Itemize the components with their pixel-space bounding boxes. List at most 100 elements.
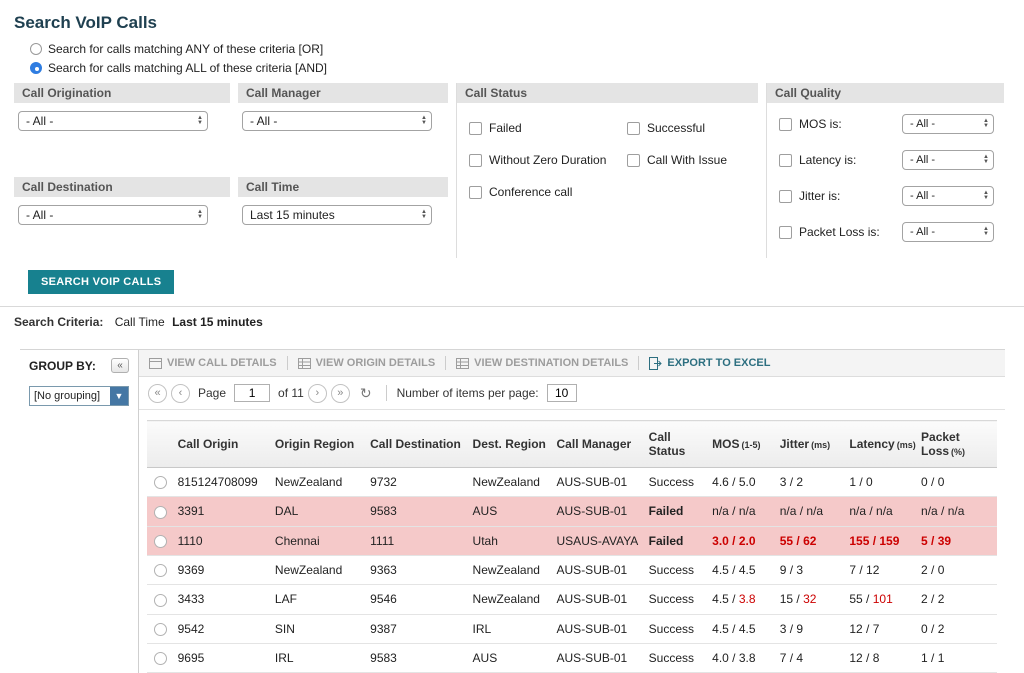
cell-destination: 1111 [366, 526, 468, 555]
cell-destination: 9583 [366, 497, 468, 526]
row-select-radio[interactable] [154, 476, 167, 489]
toolbar-separator [638, 356, 639, 370]
cell-mos: 4.6 / 5.0 [708, 468, 776, 497]
call-quality-header: Call Quality [767, 83, 1004, 103]
refresh-icon[interactable]: ↻ [360, 385, 372, 402]
packet-loss-checkbox[interactable] [779, 226, 792, 239]
search-voip-calls-button[interactable]: SEARCH VOIP CALLS [28, 270, 174, 294]
row-radio-cell [147, 643, 174, 672]
cell-packet-loss: 0 / 2 [917, 614, 997, 643]
cell-destination: 9363 [366, 555, 468, 584]
checkbox-failed[interactable]: Failed [469, 121, 627, 135]
call-destination-value: - All - [26, 208, 53, 222]
page-number-input[interactable] [234, 384, 270, 402]
latency-checkbox[interactable] [779, 154, 792, 167]
last-page-button[interactable]: » [331, 384, 350, 403]
col-call-origin: Call Origin [174, 421, 271, 468]
table-row[interactable]: 9695IRL9583AUSAUS-SUB-01Success4.0 / 3.8… [147, 643, 997, 672]
dropdown-arrows-icon: ▲▼ [983, 119, 989, 129]
dropdown-arrows-icon: ▲▼ [421, 210, 427, 220]
call-manager-panel: Call Manager - All - ▲▼ [238, 83, 456, 131]
latency-select[interactable]: - All - ▲▼ [902, 150, 994, 170]
cell-packet-loss: 0 / 0 [917, 468, 997, 497]
cell-call-manager: USAUS-AVAYA [553, 526, 645, 555]
cell-origin: 815124708099 [174, 468, 271, 497]
search-criteria-line: Search Criteria: Call Time Last 15 minut… [0, 307, 1024, 335]
view-origin-details-button[interactable]: VIEW ORIGIN DETAILS [298, 357, 436, 370]
cell-call-manager: AUS-SUB-01 [553, 585, 645, 614]
row-select-radio[interactable] [154, 564, 167, 577]
items-per-page-label: Number of items per page: [397, 386, 539, 400]
failed-checkbox[interactable] [469, 122, 482, 135]
cell-origin: 3391 [174, 497, 271, 526]
match-all-radio[interactable] [30, 62, 42, 74]
cell-origin: 3433 [174, 585, 271, 614]
jitter-checkbox[interactable] [779, 190, 792, 203]
match-options: Search for calls matching ANY of these c… [30, 42, 1024, 75]
table-body: 815124708099NewZealand9732NewZealandAUS-… [147, 468, 997, 673]
cell-latency: n/a / n/a [845, 497, 917, 526]
conference-call-checkbox[interactable] [469, 186, 482, 199]
toolbar-separator [287, 356, 288, 370]
search-criteria-label: Search Criteria: [14, 315, 103, 329]
origin-details-icon [298, 357, 311, 370]
col-call-status: Call Status [645, 421, 708, 468]
table-row[interactable]: 3391DAL9583AUSAUS-SUB-01Failedn/a / n/an… [147, 497, 997, 526]
row-select-radio[interactable] [154, 535, 167, 548]
call-time-header: Call Time [238, 177, 448, 197]
row-radio-cell [147, 468, 174, 497]
checkbox-successful[interactable]: Successful [627, 121, 766, 135]
cell-latency: 7 / 12 [845, 555, 917, 584]
call-with-issue-label: Call With Issue [647, 153, 727, 167]
cell-destination: 9583 [366, 643, 468, 672]
checkbox-without-zero-duration[interactable]: Without Zero Duration [469, 153, 627, 167]
cell-latency: 155 / 159 [845, 526, 917, 555]
call-destination-select[interactable]: - All - ▲▼ [18, 205, 208, 225]
collapse-sidebar-button[interactable]: « [111, 358, 129, 373]
call-manager-select[interactable]: - All - ▲▼ [242, 111, 432, 131]
jitter-select[interactable]: - All - ▲▼ [902, 186, 994, 206]
call-time-select[interactable]: Last 15 minutes ▲▼ [242, 205, 432, 225]
cell-dest-region: NewZealand [469, 468, 553, 497]
checkbox-call-with-issue[interactable]: Call With Issue [627, 153, 766, 167]
col-packet-loss: Packet Loss(%) [917, 421, 997, 468]
match-any-radio[interactable] [30, 43, 42, 55]
pagination-bar: « ‹ Page of 11 › » ↻ Number of items per… [139, 377, 1005, 410]
call-time-panel: Call Time Last 15 minutes ▲▼ [238, 177, 456, 225]
prev-page-button[interactable]: ‹ [171, 384, 190, 403]
match-all-row: Search for calls matching ALL of these c… [30, 61, 1024, 75]
cell-destination: 9732 [366, 468, 468, 497]
row-select-radio[interactable] [154, 652, 167, 665]
checkbox-conference-call[interactable]: Conference call [469, 185, 627, 199]
next-page-button[interactable]: › [308, 384, 327, 403]
export-to-excel-button[interactable]: EXPORT TO EXCEL [649, 357, 770, 370]
items-per-page-input[interactable] [547, 384, 577, 402]
table-row[interactable]: 9369NewZealand9363NewZealandAUS-SUB-01Su… [147, 555, 997, 584]
row-select-radio[interactable] [154, 506, 167, 519]
page-label: Page [198, 386, 226, 400]
mos-select[interactable]: - All - ▲▼ [902, 114, 994, 134]
table-row[interactable]: 3433LAF9546NewZealandAUS-SUB-01Success4.… [147, 585, 997, 614]
packet-loss-select[interactable]: - All - ▲▼ [902, 222, 994, 242]
col-mos: MOS(1-5) [708, 421, 776, 468]
table-row[interactable]: 815124708099NewZealand9732NewZealandAUS-… [147, 468, 997, 497]
group-by-select[interactable]: [No grouping] ▼ [29, 386, 129, 406]
table-row[interactable]: 1110Chennai1111UtahUSAUS-AVAYAFailed3.0 … [147, 526, 997, 555]
call-destination-panel: Call Destination - All - ▲▼ [14, 177, 238, 225]
without-zero-duration-checkbox[interactable] [469, 154, 482, 167]
view-destination-details-button[interactable]: VIEW DESTINATION DETAILS [456, 357, 628, 370]
call-origination-select[interactable]: - All - ▲▼ [18, 111, 208, 131]
filter-column-origination: Call Origination - All - ▲▼ Call Destina… [14, 83, 238, 258]
mos-checkbox[interactable] [779, 118, 792, 131]
cell-destination: 9387 [366, 614, 468, 643]
cell-call-manager: AUS-SUB-01 [553, 468, 645, 497]
table-row[interactable]: 9542SIN9387IRLAUS-SUB-01Success4.5 / 4.5… [147, 614, 997, 643]
successful-checkbox[interactable] [627, 122, 640, 135]
first-page-button[interactable]: « [148, 384, 167, 403]
view-call-details-button[interactable]: VIEW CALL DETAILS [149, 357, 277, 370]
row-select-radio[interactable] [154, 594, 167, 607]
row-select-radio[interactable] [154, 623, 167, 636]
cell-status: Failed [645, 497, 708, 526]
call-with-issue-checkbox[interactable] [627, 154, 640, 167]
mos-value: - All - [910, 118, 935, 130]
